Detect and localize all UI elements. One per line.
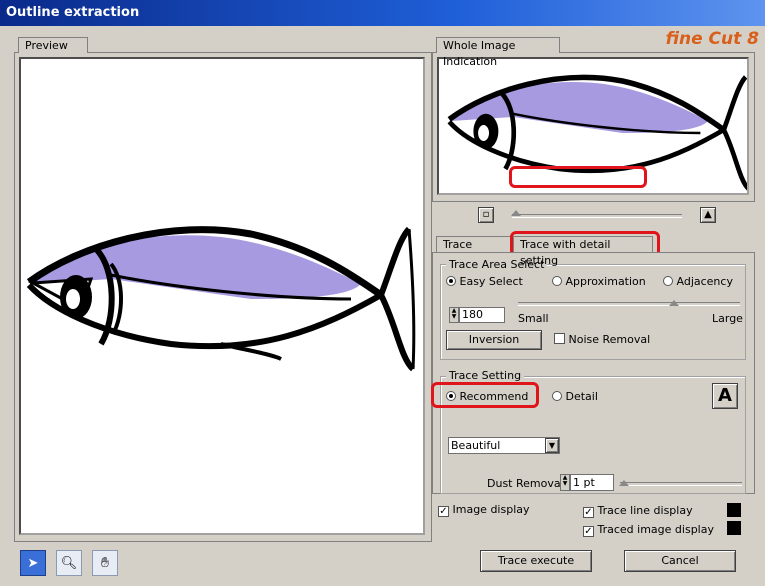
image-display-box: ✓ xyxy=(438,506,449,517)
trace-line-display-label: Trace line display xyxy=(597,504,693,517)
radio-easy-select-dot xyxy=(446,276,456,286)
trace-line-display-box: ✓ xyxy=(583,507,594,518)
radio-adjacency-label: Adjacency xyxy=(676,275,733,288)
tab-preview[interactable]: Preview xyxy=(18,37,88,53)
traced-image-display-box: ✓ xyxy=(583,526,594,537)
arrow-icon: ➤ xyxy=(27,555,39,571)
zoom-out-icon: ▫ xyxy=(482,209,490,220)
noise-removal-label: Noise Removal xyxy=(568,333,651,346)
font-a-icon[interactable]: A xyxy=(712,383,738,409)
hand-icon: ✋︎ xyxy=(101,555,109,571)
large-label: Large xyxy=(712,312,743,325)
traced-image-display-checkbox[interactable]: ✓ Traced image display xyxy=(583,523,714,537)
highlight-frame-recommend xyxy=(431,382,539,408)
hand-tool-button[interactable]: ✋︎ xyxy=(92,550,118,576)
traced-image-color-swatch[interactable] xyxy=(727,521,741,535)
radio-detail-label: Detail xyxy=(565,390,598,403)
radio-detail[interactable]: Detail xyxy=(552,390,598,403)
radio-easy-select-label: Easy Select xyxy=(459,275,523,288)
zoom-in-button[interactable]: ▲ xyxy=(700,207,716,223)
radio-adjacency[interactable]: Adjacency xyxy=(663,275,733,288)
small-label: Small xyxy=(518,312,549,325)
dust-spinner[interactable]: ▲ ▼ xyxy=(560,474,570,491)
dust-slider[interactable] xyxy=(620,482,742,486)
traced-image-display-label: Traced image display xyxy=(597,523,714,536)
trace-style-value: Beautiful xyxy=(451,439,501,452)
trace-execute-button[interactable]: Trace execute xyxy=(480,550,592,572)
trace-setting-legend: Trace Setting xyxy=(446,369,525,382)
window-title: Outline extraction xyxy=(0,0,765,26)
zoom-slider-thumb[interactable] xyxy=(511,210,521,216)
radio-approximation-dot xyxy=(552,276,562,286)
tab-trace-simply[interactable]: Trace simply xyxy=(436,236,512,267)
tab-whole-image[interactable]: Whole Image Indication xyxy=(436,37,560,68)
area-spinner[interactable]: ▲ ▼ xyxy=(449,307,459,323)
radio-detail-dot xyxy=(552,391,562,401)
trace-style-dropdown[interactable]: Beautiful ▼ xyxy=(448,437,560,454)
trace-line-color-swatch[interactable] xyxy=(727,503,741,517)
image-display-checkbox[interactable]: ✓ Image display xyxy=(438,503,530,517)
magnifier-icon: 🔍︎ xyxy=(60,555,78,571)
zoom-slider[interactable] xyxy=(512,214,682,218)
preview-fish-image xyxy=(26,226,416,372)
radio-easy-select[interactable]: Easy Select xyxy=(446,275,523,288)
arrow-tool-button[interactable]: ➤ xyxy=(20,550,46,576)
image-display-label: Image display xyxy=(452,503,530,516)
radio-approximation-label: Approximation xyxy=(565,275,646,288)
area-slider[interactable] xyxy=(518,302,740,306)
cancel-button[interactable]: Cancel xyxy=(624,550,736,572)
chevron-down-icon[interactable]: ▼ xyxy=(545,438,559,453)
zoom-in-icon: ▲ xyxy=(704,209,712,220)
radio-approximation[interactable]: Approximation xyxy=(552,275,646,288)
dust-removal-label: Dust Removal xyxy=(487,477,564,490)
zoom-tool-button[interactable]: 🔍︎ xyxy=(56,550,82,576)
trace-line-display-checkbox[interactable]: ✓ Trace line display xyxy=(583,504,693,518)
zoom-out-button[interactable]: ▫ xyxy=(478,207,494,223)
preview-canvas[interactable] xyxy=(19,57,425,535)
highlight-frame-zoom xyxy=(509,166,647,188)
preview-panel xyxy=(14,52,432,542)
inversion-button[interactable]: Inversion xyxy=(446,330,542,350)
finecut-logo: fine Cut 8 xyxy=(665,29,759,49)
dust-value-field[interactable]: 1 pt xyxy=(570,474,614,491)
noise-removal-box xyxy=(554,333,565,344)
radio-adjacency-dot xyxy=(663,276,673,286)
tab-trace-detail[interactable]: Trace with detail setting xyxy=(513,236,653,267)
area-slider-thumb[interactable] xyxy=(669,300,679,306)
noise-removal-checkbox[interactable]: Noise Removal xyxy=(554,333,650,346)
dust-slider-thumb[interactable] xyxy=(619,480,629,486)
area-value-field[interactable]: 180 xyxy=(459,307,505,323)
